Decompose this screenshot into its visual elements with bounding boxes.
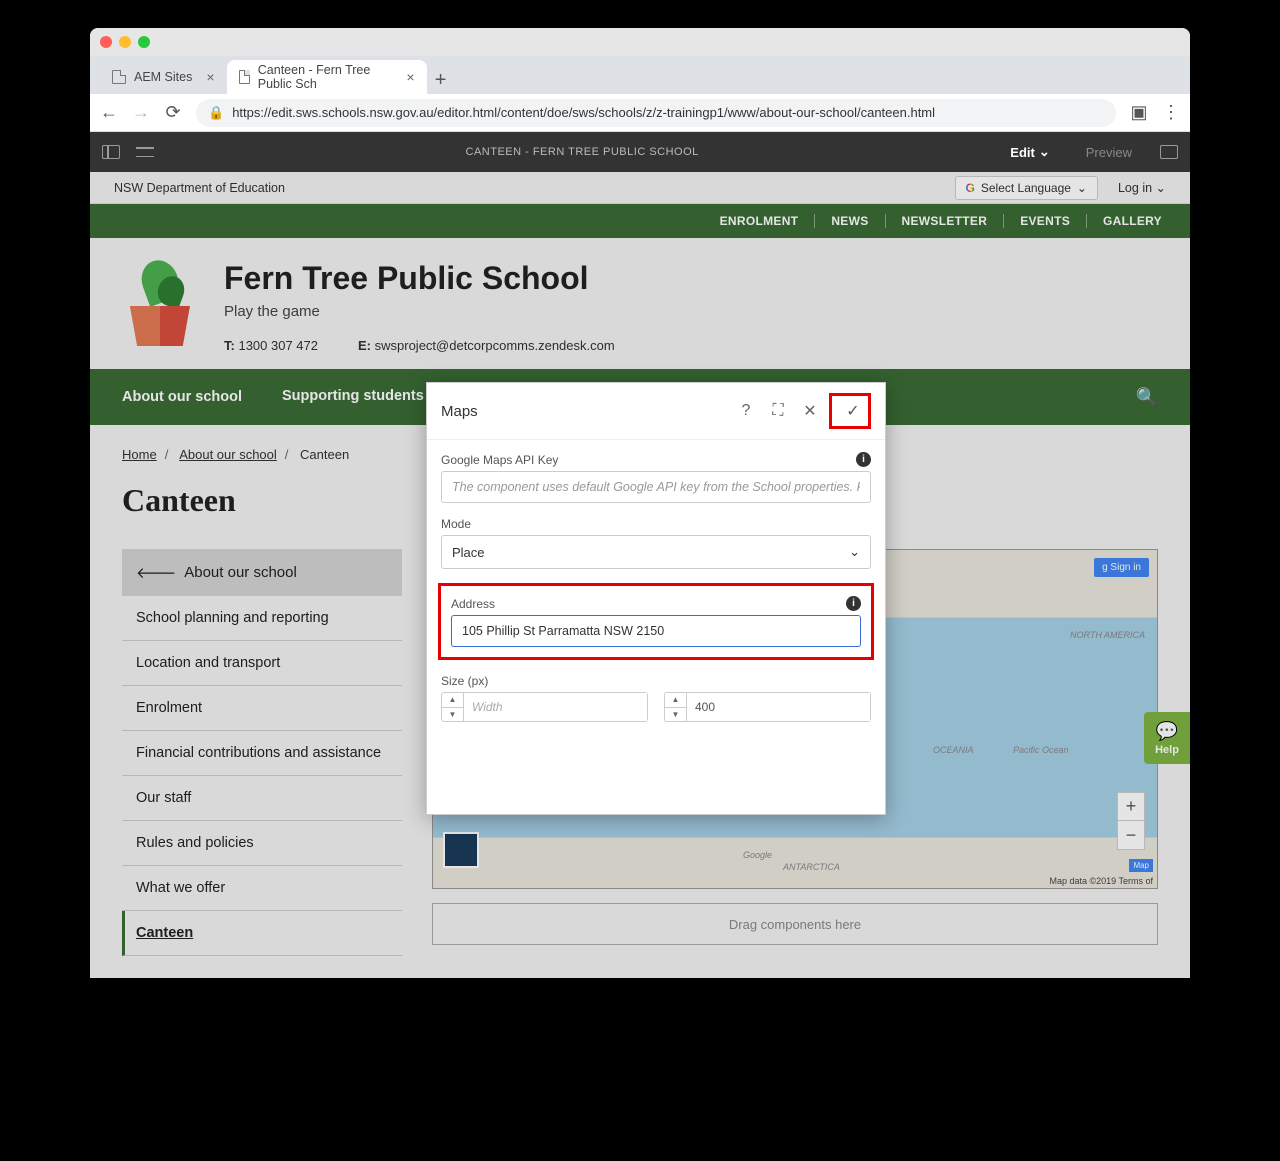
account-icon[interactable]: ▣ (1130, 104, 1148, 122)
edit-mode-button[interactable]: Edit⌄ (1010, 144, 1049, 160)
address-bar: ← → ⟳ 🔒 https://edit.sws.schools.nsw.gov.… (90, 94, 1190, 132)
browser-menu-icon[interactable]: ⋮ (1162, 102, 1180, 123)
tab-aem-sites[interactable]: AEM Sites × (100, 60, 227, 94)
height-stepper[interactable]: ▲▼ (664, 692, 871, 722)
address-label: Address (451, 597, 495, 611)
dialog-title: Maps (441, 403, 727, 420)
fullscreen-icon[interactable]: ⛶ (765, 398, 791, 424)
aem-toolbar: CANTEEN - FERN TREE PUBLIC SCHOOL Edit⌄ … (90, 132, 1190, 172)
api-key-input[interactable] (441, 471, 871, 503)
height-input[interactable] (687, 693, 870, 721)
info-icon[interactable]: i (856, 452, 871, 467)
new-tab-button[interactable]: + (427, 66, 455, 94)
api-key-label: Google Maps API Key (441, 453, 558, 467)
chevron-down-icon: ⌄ (1039, 144, 1050, 160)
step-up-icon[interactable]: ▲ (442, 693, 463, 708)
confirm-icon[interactable]: ✓ (840, 398, 866, 424)
tab-label: Canteen - Fern Tree Public Sch (258, 63, 393, 91)
preview-button[interactable]: Preview (1086, 145, 1132, 160)
mac-titlebar (90, 28, 1190, 56)
mac-close[interactable] (100, 36, 112, 48)
tab-label: AEM Sites (134, 70, 192, 84)
back-button[interactable]: ← (100, 104, 118, 122)
mac-minimize[interactable] (119, 36, 131, 48)
aem-page-title: CANTEEN - FERN TREE PUBLIC SCHOOL (170, 146, 994, 158)
page-info-icon[interactable] (136, 145, 154, 159)
tab-close-icon[interactable]: × (206, 69, 214, 85)
close-icon[interactable]: ✕ (797, 398, 823, 424)
width-input[interactable] (464, 693, 647, 721)
url-field[interactable]: 🔒 https://edit.sws.schools.nsw.gov.au/edi… (196, 99, 1116, 127)
step-up-icon[interactable]: ▲ (665, 693, 686, 708)
page-icon (112, 70, 126, 84)
tab-close-icon[interactable]: × (406, 69, 414, 85)
forward-button[interactable]: → (132, 104, 150, 122)
lock-icon: 🔒 (208, 105, 224, 121)
mode-label: Mode (441, 517, 471, 531)
step-down-icon[interactable]: ▼ (665, 708, 686, 722)
width-stepper[interactable]: ▲▼ (441, 692, 648, 722)
page-icon (239, 70, 250, 84)
address-input[interactable] (451, 615, 861, 647)
maps-dialog: Maps ? ⛶ ✕ ✓ Google Maps API Key i Mode P… (426, 382, 886, 815)
url-text: https://edit.sws.schools.nsw.gov.au/edit… (232, 105, 935, 120)
address-section-highlight: Address i (438, 583, 874, 660)
panel-toggle-icon[interactable] (102, 145, 120, 159)
tab-strip: AEM Sites × Canteen - Fern Tree Public Sc… (90, 56, 1190, 94)
chevron-down-icon: ⌄ (849, 544, 860, 560)
step-down-icon[interactable]: ▼ (442, 708, 463, 722)
page-content: NSW Department of Education GSelect Lang… (90, 172, 1190, 978)
reload-button[interactable]: ⟳ (164, 104, 182, 122)
mode-select[interactable]: Place⌄ (441, 535, 871, 569)
size-label: Size (px) (441, 674, 488, 688)
help-icon[interactable]: ? (733, 398, 759, 424)
info-icon[interactable]: i (846, 596, 861, 611)
annotate-icon[interactable] (1160, 145, 1178, 159)
mac-maximize[interactable] (138, 36, 150, 48)
tab-canteen[interactable]: Canteen - Fern Tree Public Sch × (227, 60, 427, 94)
